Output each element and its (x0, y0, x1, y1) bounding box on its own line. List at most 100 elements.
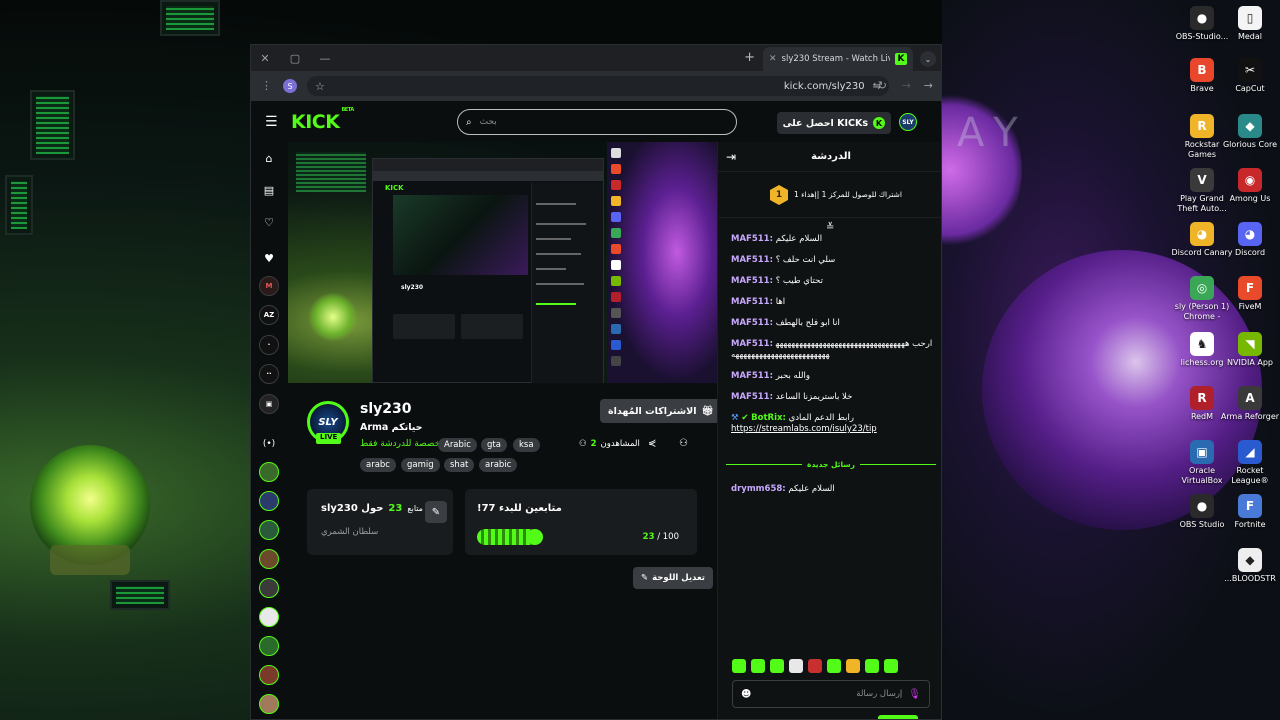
gift-subs-button[interactable]: الاشتراكات المُهداة 🎁︎ (600, 399, 722, 423)
menu-icon[interactable]: ☰ (265, 114, 278, 130)
emote-icon[interactable] (865, 659, 879, 673)
edit-panel-button[interactable]: ✎ تعديل اللوحة (633, 567, 713, 589)
send-button[interactable] (878, 715, 918, 719)
followed-channel-avatar[interactable]: AZ (259, 305, 279, 325)
live-channel-avatar[interactable] (259, 578, 279, 598)
profile-avatar[interactable]: S (283, 79, 297, 93)
desktop-shortcut[interactable]: A Arma Reforger (1218, 386, 1280, 422)
wallpaper-monitor (110, 580, 170, 610)
menu-dots-icon[interactable]: ⋮ (261, 79, 272, 92)
chat-header: ⇥ الدردشة (718, 142, 941, 172)
tip-link[interactable]: https://streamlabs.com/isuly23/tip (731, 424, 877, 434)
following-heart-icon[interactable]: ♡ (261, 214, 277, 230)
emote-icon[interactable] (808, 659, 822, 673)
minimize-icon[interactable]: — (317, 50, 333, 66)
desktop-shortcut-label: Brave (1190, 84, 1214, 93)
chat-input[interactable]: ☻ إرسال رسالة 🎙︎ (732, 680, 930, 708)
omnibox[interactable]: ☆ kick.com/sly230 ⇋ (307, 76, 889, 96)
live-channel-avatar[interactable] (259, 462, 279, 482)
video-player[interactable]: KICK sly230 (288, 142, 717, 383)
user-avatar[interactable]: SLY (899, 113, 917, 131)
live-channels-icon[interactable]: (•) (261, 436, 277, 452)
microphone-icon[interactable]: 🎙︎ (908, 689, 921, 700)
chat-title: الدردشة (811, 151, 851, 162)
search-input[interactable]: ⌕ بحث (457, 109, 737, 135)
chrome-icon: ◎ (1190, 276, 1214, 300)
discord-icon: ◕ (1238, 222, 1262, 246)
followed-channel-avatar[interactable]: · (259, 335, 279, 355)
kicks-coin-icon: K (873, 117, 885, 129)
get-kicks-button[interactable]: احصل على KICKs K (776, 112, 891, 134)
follow-user-icon[interactable]: ⚇ (679, 438, 688, 449)
reload-icon[interactable]: ↻ (878, 79, 887, 92)
emote-icon[interactable] (751, 659, 765, 673)
live-channel-avatar[interactable] (259, 665, 279, 685)
fivem-icon: F (1238, 276, 1262, 300)
back-icon[interactable]: → (924, 79, 933, 92)
desktop-shortcut[interactable]: F Fortnite (1218, 494, 1280, 530)
desktop-shortcut[interactable]: ✂ CapCut (1218, 58, 1280, 94)
live-channel-avatar[interactable] (259, 491, 279, 511)
edit-about-button[interactable]: ✎ (425, 501, 447, 523)
close-window-icon[interactable]: ✕ (257, 50, 273, 66)
emote-icon[interactable] (789, 659, 803, 673)
bookmark-star-icon[interactable]: ☆ (315, 80, 325, 93)
emote-icon[interactable] (884, 659, 898, 673)
kick-logo[interactable]: KICKBETA (291, 107, 354, 133)
home-icon[interactable]: ⌂ (261, 150, 277, 166)
emote-icon[interactable] (846, 659, 860, 673)
desktop-shortcut[interactable]: ◥ NVIDIA App (1218, 332, 1280, 368)
expand-chevron-icon[interactable]: ≚ (826, 222, 834, 233)
brave-icon: B (1190, 58, 1214, 82)
tag[interactable]: gamig (401, 458, 440, 472)
live-channel-avatar[interactable] (259, 549, 279, 569)
tag[interactable]: arabc (360, 458, 396, 472)
channel-name[interactable]: sly230 (360, 401, 411, 417)
live-badge: LIVE (316, 433, 342, 444)
live-channel-avatar[interactable] (259, 520, 279, 540)
wallpaper-lamp-base (50, 545, 130, 575)
desktop-shortcut[interactable]: ◆ Glorious Core (1218, 114, 1280, 150)
share-icon[interactable]: ⋞ (648, 438, 656, 449)
desktop-shortcut[interactable]: ▯ Medal (1218, 6, 1280, 42)
desktop-shortcut-label: lichess.org (1180, 358, 1224, 367)
followed-channel-avatar[interactable]: M (259, 276, 279, 296)
desktop-shortcut[interactable]: ◆ ...BLOODSTR (1218, 548, 1280, 584)
tag[interactable]: shat (444, 458, 475, 472)
chat-messages: MAF511: السلام عليكم MAF511: سلي انت حلف… (731, 234, 936, 445)
desktop-shortcut[interactable]: ◉ Among Us (1218, 168, 1280, 204)
followed-channel-avatar[interactable]: ·· (259, 364, 279, 384)
tag[interactable]: Arabic (438, 438, 477, 452)
emote-icon[interactable] (827, 659, 841, 673)
browser-window: ✕ ▢ — + ✕ sly230 Stream - Watch Live on … (250, 44, 942, 720)
stream-category[interactable]: مخصصة للدردشة فقط (360, 439, 445, 449)
forward-icon[interactable]: → (902, 79, 911, 92)
tag[interactable]: gta (481, 438, 507, 452)
gift-icon: 🎁︎ (701, 405, 714, 417)
left-rail: ⌂ ▤ ♡ ♥ M AZ · ·· ▣ (•) (251, 142, 287, 719)
desktop-shortcut[interactable]: ◕ Discord (1218, 222, 1280, 258)
browser-tab[interactable]: ✕ sly230 Stream - Watch Live on K K (763, 47, 913, 71)
tag[interactable]: ksa (513, 438, 540, 452)
emote-icon[interactable] (770, 659, 784, 673)
browse-icon[interactable]: ▤ (261, 182, 277, 198)
live-channel-avatar[interactable] (259, 607, 279, 627)
search-icon: ⌕ (466, 116, 472, 128)
desktop-shortcut[interactable]: ◢ Rocket League® (1218, 440, 1280, 486)
arma-reforger-icon: A (1238, 386, 1262, 410)
url-text[interactable]: kick.com/sly230 (333, 81, 865, 92)
pinned-leaderboard[interactable]: 1 1 اشتراك للوصول للمركز 1 |إهداء (718, 172, 941, 218)
desktop-shortcut[interactable]: F FiveM (1218, 276, 1280, 312)
maximize-icon[interactable]: ▢ (287, 50, 303, 66)
live-channel-avatar[interactable] (259, 636, 279, 656)
emoji-icon[interactable]: ☻ (741, 689, 751, 700)
emote-icon[interactable] (732, 659, 746, 673)
new-tab-icon[interactable]: + (744, 50, 755, 65)
tag[interactable]: arabic (479, 458, 518, 472)
close-tab-icon[interactable]: ✕ (769, 54, 777, 64)
heart-filled-icon[interactable]: ♥ (261, 250, 277, 266)
desktop-shortcut-label: Arma Reforger (1220, 412, 1280, 421)
live-channel-avatar[interactable] (259, 694, 279, 714)
followed-channel-avatar[interactable]: ▣ (259, 394, 279, 414)
tab-search-icon[interactable]: ⌄ (920, 51, 936, 67)
